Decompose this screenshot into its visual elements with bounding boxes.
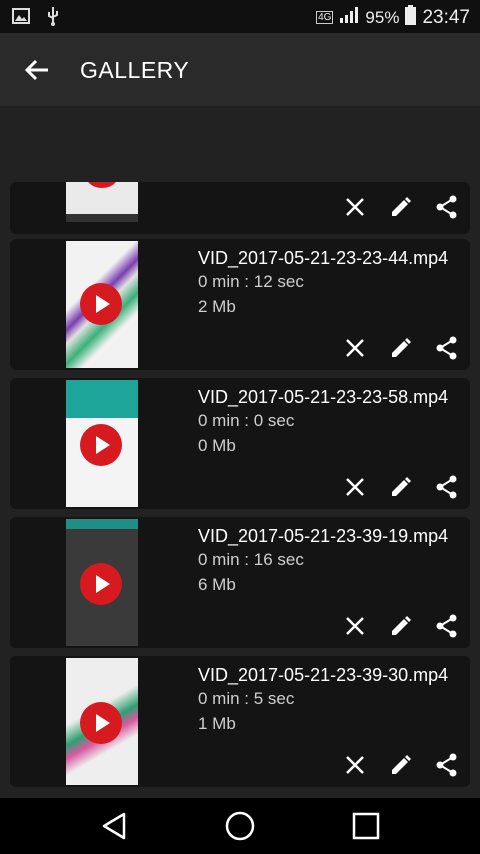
edit-button[interactable] (388, 613, 414, 639)
video-name: VID_2017-05-21-23-39-30.mp4 (198, 665, 449, 685)
edit-button[interactable] (388, 194, 414, 220)
share-button[interactable] (434, 613, 460, 639)
play-icon (80, 283, 122, 325)
share-button[interactable] (434, 335, 460, 361)
pencil-icon (392, 755, 411, 774)
video-size: 6 Mb (198, 575, 236, 594)
video-list[interactable]: VID_2017-05-21-23-23-44.mp4 0 min : 12 s… (0, 106, 480, 798)
nav-home-button[interactable] (222, 808, 258, 844)
battery-percent: 95% (365, 7, 400, 27)
share-icon (436, 195, 457, 219)
video-thumbnail[interactable] (66, 658, 138, 785)
share-button[interactable] (434, 474, 460, 500)
back-button[interactable] (20, 53, 54, 87)
play-icon (80, 702, 122, 744)
video-name: VID_2017-05-21-23-23-58.mp4 (198, 387, 449, 407)
share-icon (436, 475, 457, 499)
close-icon (346, 756, 364, 774)
list-item[interactable]: VID_2017-05-21-23-23-44.mp4 0 min : 12 s… (10, 239, 470, 370)
status-bar: 4G 95% 23:47 (0, 0, 480, 33)
share-icon (436, 753, 457, 777)
circle-home-icon (225, 811, 255, 841)
share-icon (436, 614, 457, 638)
delete-button[interactable] (342, 194, 368, 220)
share-button[interactable] (434, 752, 460, 778)
nav-back-button[interactable] (96, 808, 132, 844)
network-type-label: 4G (316, 11, 334, 24)
delete-button[interactable] (342, 335, 368, 361)
video-thumbnail[interactable] (66, 241, 138, 368)
list-item[interactable]: VID_2017-05-21-23-39-30.mp4 0 min : 5 se… (10, 656, 470, 787)
share-button[interactable] (434, 194, 460, 220)
pencil-icon (392, 197, 411, 216)
play-icon (80, 563, 122, 605)
delete-button[interactable] (342, 752, 368, 778)
close-icon (346, 198, 364, 216)
square-recents-icon (352, 812, 380, 840)
list-item[interactable]: VID_2017-05-21-23-23-58.mp4 0 min : 0 se… (10, 378, 470, 509)
page-title: GALLERY (80, 57, 190, 83)
pencil-icon (392, 616, 411, 635)
edit-button[interactable] (388, 474, 414, 500)
video-name: VID_2017-05-21-23-23-44.mp4 (198, 248, 449, 268)
pencil-icon (392, 338, 411, 357)
video-size: 0 Mb (198, 436, 236, 455)
edit-button[interactable] (388, 752, 414, 778)
nav-recents-button[interactable] (348, 808, 384, 844)
gallery-notification-icon (12, 7, 30, 30)
signal-icon (339, 6, 359, 29)
arrow-back-icon (24, 59, 48, 81)
system-nav-bar (0, 798, 480, 854)
battery-icon (405, 5, 417, 30)
video-name: VID_2017-05-21-23-39-19.mp4 (198, 526, 449, 546)
play-icon (80, 424, 122, 466)
video-thumbnail[interactable] (66, 380, 138, 507)
video-duration: 0 min : 5 sec (198, 689, 295, 708)
delete-button[interactable] (342, 613, 368, 639)
app-bar: GALLERY (0, 33, 480, 106)
video-thumbnail[interactable] (66, 182, 138, 222)
clock: 23:47 (422, 6, 470, 28)
video-thumbnail[interactable] (66, 519, 138, 646)
usb-icon (46, 6, 60, 31)
pencil-icon (392, 477, 411, 496)
close-icon (346, 617, 364, 635)
close-icon (346, 478, 364, 496)
delete-button[interactable] (342, 474, 368, 500)
video-duration: 0 min : 0 sec (198, 411, 295, 430)
edit-button[interactable] (388, 335, 414, 361)
close-icon (346, 339, 364, 357)
share-icon (436, 336, 457, 360)
video-duration: 0 min : 12 sec (198, 272, 304, 291)
video-size: 1 Mb (198, 714, 236, 733)
list-item[interactable]: VID_2017-05-21-23-39-19.mp4 0 min : 16 s… (10, 517, 470, 648)
video-duration: 0 min : 16 sec (198, 550, 304, 569)
list-item-partial[interactable] (10, 182, 470, 234)
triangle-back-icon (102, 812, 126, 840)
video-size: 2 Mb (198, 297, 236, 316)
